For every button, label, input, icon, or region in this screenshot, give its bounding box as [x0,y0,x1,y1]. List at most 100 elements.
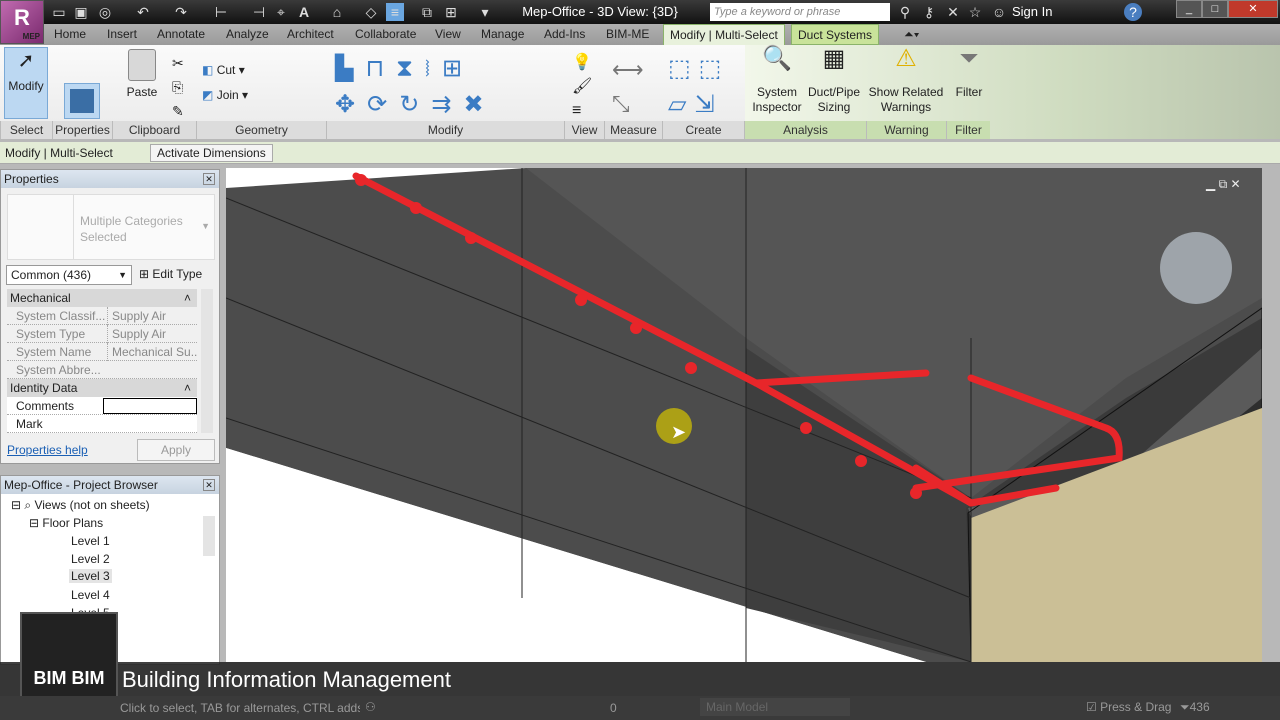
comments-input[interactable] [103,398,197,414]
properties-button[interactable] [64,83,100,119]
application-menu-button[interactable]: R MEP [0,0,44,44]
tree-level-2[interactable]: Level 2 [71,552,110,566]
favorites-star-icon[interactable]: ☆ [966,3,984,21]
tree-floor-plans[interactable]: ⊟ Floor Plans [29,516,103,530]
maximize-button[interactable]: □ [1202,0,1228,18]
save-icon[interactable]: ▣ [72,3,90,21]
dimension-icon[interactable]: ⊣ [250,3,268,21]
ribbon: ➚ Modify Paste ✂ ⎘ ✎ ◧ Cut ▾ ◩ Join ▾ ▙⊓⧗⧘… [0,45,1280,139]
tree-views[interactable]: ⊟ ⌕ Views (not on sheets) [11,498,150,513]
bim-middle-east-logo: BIM BIM [20,612,118,702]
browser-scrollbar[interactable] [203,516,215,556]
property-row[interactable]: System Classif... Supply Air [7,307,197,325]
tree-level-4[interactable]: Level 4 [71,588,110,602]
property-row[interactable]: Comments [7,397,197,415]
view-window-controls[interactable]: ▁ ⧉ ✕ [1205,177,1241,191]
panel-measure[interactable]: Measure [604,121,662,139]
measure-tools-icons[interactable]: ⟷ ⤡ [612,53,644,121]
tab-insert[interactable]: Insert [101,24,143,45]
create-tools-icons[interactable]: ⬚⬚ ▱⇲ [668,51,729,123]
close-properties-icon[interactable]: ✕ [203,173,215,185]
open-icon[interactable]: ▭ [50,3,68,21]
warnings-label-1: Show Related [868,85,944,99]
thin-lines-icon[interactable]: ≡ [386,3,404,21]
group-mechanical[interactable]: Mechanical ˄ [7,289,197,307]
edit-type-button[interactable]: ⊞ Edit Type [139,267,202,281]
worksets-icon[interactable]: ⚇ [365,700,376,714]
qat-dropdown-icon[interactable]: ▾ [476,3,494,21]
tab-add-ins[interactable]: Add-Ins [538,24,591,45]
paste-button[interactable]: Paste [124,49,160,100]
panel-view: View [564,121,604,139]
tab-annotate[interactable]: Annotate [151,24,211,45]
cut-geometry-button[interactable]: ◧ Cut ▾ [202,63,245,77]
minimize-ribbon-icon[interactable]: ⏶▾ [898,24,925,45]
type-selector[interactable]: Multiple Categories Selected ▼ [7,194,215,260]
tree-label: Views (not on sheets) [34,498,150,512]
duct-pipe-sizing-button[interactable]: ▦ Duct/Pipe Sizing [806,47,862,115]
instance-filter-dropdown[interactable]: Common (436) ▼ [6,265,132,285]
tab-architect[interactable]: Architect [281,24,340,45]
sign-in-button[interactable]: Sign In [1012,4,1052,19]
text-icon[interactable]: A [295,3,313,21]
tab-bim-me[interactable]: BIM-ME [600,24,655,45]
properties-help-link[interactable]: Properties help [7,443,88,457]
tab-analyze[interactable]: Analyze [220,24,275,45]
property-row[interactable]: System Type Supply Air [7,325,197,343]
tab-home[interactable]: Home [48,24,92,45]
undo-icon[interactable]: ↶ [134,3,152,21]
close-hidden-icon[interactable]: ⧉ [418,3,436,21]
viewcube-icon[interactable] [1160,232,1232,304]
help-icon[interactable]: ? [1124,3,1142,21]
selection-filter-icon[interactable]: ⏷436 [1180,700,1210,715]
panel-geometry: Geometry [196,121,326,139]
3d-view-canvas[interactable]: ➤ ▁ ⧉ ✕ [226,168,1262,662]
close-button[interactable]: ✕ [1228,0,1278,18]
satellite-icon[interactable]: ✕ [944,3,962,21]
measure-icon[interactable]: ⊢ [212,3,230,21]
options-bar-context: Modify | Multi-Select [5,146,113,160]
filter-button[interactable]: ⏷ Filter [950,47,988,100]
switch-windows-icon[interactable]: ⊞ [442,3,460,21]
key-icon[interactable]: ⚷ [920,3,938,21]
tab-view[interactable]: View [429,24,467,45]
show-related-warnings-button[interactable]: ⚠ Show Related Warnings [868,47,944,115]
press-drag-checkbox[interactable]: ☑ Press & Drag [1086,700,1171,714]
tree-level-1[interactable]: Level 1 [71,534,110,548]
property-row[interactable]: System Abbre... [7,361,197,379]
section-icon[interactable]: ◇ [362,3,380,21]
properties-scrollbar[interactable] [201,289,213,433]
paste-label: Paste [126,85,158,99]
apply-button[interactable]: Apply [137,439,215,461]
3d-view-icon[interactable]: ⌂ [328,3,346,21]
cut-copy-icons[interactable]: ✂ ⎘ ✎ [172,51,184,123]
tab-duct-systems[interactable]: Duct Systems [791,24,880,45]
tab-manage[interactable]: Manage [475,24,530,45]
tree-level-3[interactable]: Level 3 [69,569,112,583]
modify-button[interactable]: ➚ Modify [4,47,48,119]
property-row[interactable]: Mark [7,415,197,433]
tab-collaborate[interactable]: Collaborate [349,24,422,45]
modify-tools-icons[interactable]: ▙⊓⧗⧘⊞ ✥⟳↻⇉✖ [335,51,575,123]
panel-select[interactable]: Select [0,121,52,139]
3d-model[interactable]: ➤ ▁ ⧉ ✕ [226,168,1262,662]
property-row[interactable]: System Name Mechanical Su... [7,343,197,361]
property-name: Comments [16,399,75,413]
tab-modify-multi-select[interactable]: Modify | Multi-Select [663,24,785,45]
search-input[interactable]: Type a keyword or phrase [710,3,890,21]
minimize-button[interactable]: _ [1176,0,1202,18]
close-browser-icon[interactable]: ✕ [203,479,215,491]
activate-dimensions-button[interactable]: Activate Dimensions [150,144,273,162]
group-identity-data[interactable]: Identity Data ˄ [7,379,197,397]
system-inspector-button[interactable]: 🔍 System Inspector [750,47,804,115]
join-geometry-button[interactable]: ◩ Join ▾ [202,88,248,102]
redo-icon[interactable]: ↷ [172,3,190,21]
app-logo: R [14,5,30,30]
sync-icon[interactable]: ◎ [96,3,114,21]
tag-icon[interactable]: ⌖ [272,3,290,21]
user-icon[interactable]: ☺ [990,3,1008,21]
design-option-dropdown[interactable]: Main Model [700,698,850,716]
view-tools-icons[interactable]: 💡 🖌 ≡ [572,51,592,123]
window-title: Mep-Office - 3D View: {3D} [522,4,678,19]
binoculars-icon[interactable]: ⚲ [896,3,914,21]
